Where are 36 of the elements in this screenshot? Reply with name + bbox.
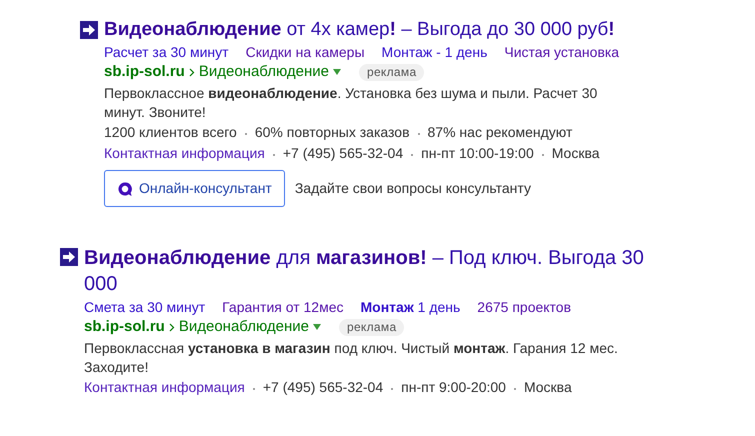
contact-text: Москва bbox=[524, 378, 572, 397]
sitelink[interactable]: Скидки на камеры bbox=[246, 42, 365, 62]
dropdown-icon[interactable] bbox=[332, 69, 341, 75]
contact-text: пн-пт 9:00-20:00 bbox=[401, 378, 506, 397]
chevron-icon bbox=[168, 322, 175, 332]
sitelink[interactable]: Смета за 30 минут bbox=[84, 297, 206, 317]
chevron-icon bbox=[188, 68, 195, 76]
breadcrumb-link[interactable]: Видеонаблюдение bbox=[178, 317, 309, 337]
ad-label: реклама bbox=[358, 64, 424, 80]
sitelink[interactable]: Чистая установка bbox=[504, 42, 620, 62]
ad-title-link[interactable]: Видеонаблюдение для магазинов! – Под ключ. Выгода 30 000 bbox=[84, 245, 680, 297]
sitelink[interactable]: Расчет за 30 минут bbox=[104, 42, 229, 62]
ad-description: Первоклассное видеонаблюдение. Установка без шума и пыли. Расчет 30 минут. Звоните! bbox=[104, 84, 598, 122]
contact-text: +7 (495) 565-32-04 bbox=[282, 144, 404, 163]
contact-text: Москва bbox=[552, 144, 600, 163]
chat-bubble-icon bbox=[117, 180, 133, 196]
breadcrumb-link[interactable]: Видеонаблюдение bbox=[198, 62, 329, 82]
dropdown-icon[interactable] bbox=[312, 324, 321, 330]
domain-link[interactable]: sb.ip-sol.ru bbox=[84, 317, 165, 337]
domain-link[interactable]: sb.ip-sol.ru bbox=[104, 62, 185, 82]
ad-title-link[interactable]: Видеонаблюдение от 4х камер! – Выгода до 30 000 руб! bbox=[104, 18, 615, 42]
sitelink[interactable]: Гарантия от 12мес bbox=[222, 297, 344, 317]
contact-info-link[interactable]: Контактная информация bbox=[84, 377, 245, 398]
consultant-hint: Задайте свои вопросы консультанту bbox=[294, 179, 531, 198]
sitelink[interactable]: Монтаж - 1 день bbox=[382, 42, 488, 62]
contact-text: +7 (495) 565-32-04 bbox=[262, 378, 384, 397]
ad-label: реклама bbox=[338, 318, 404, 336]
contact-text: пн-пт 10:00-19:00 bbox=[421, 144, 534, 163]
sitelink[interactable]: 2675 проектов bbox=[477, 297, 572, 317]
stat-text: 87% нас рекомендуют bbox=[428, 123, 572, 142]
stat-text: 1200 клиентов всего bbox=[104, 123, 237, 142]
sitelink[interactable]: Монтаж 1 день bbox=[360, 297, 460, 317]
stat-text: 60% повторных заказов bbox=[254, 123, 410, 142]
contact-info-link[interactable]: Контактная информация bbox=[104, 143, 265, 164]
ad-description: Первоклассная установка в магазин под ключ. Чистый монтаж. Гарания 12 мес. Заходите! bbox=[84, 339, 619, 377]
consultant-button[interactable]: Онлайн-консультант bbox=[104, 170, 285, 207]
